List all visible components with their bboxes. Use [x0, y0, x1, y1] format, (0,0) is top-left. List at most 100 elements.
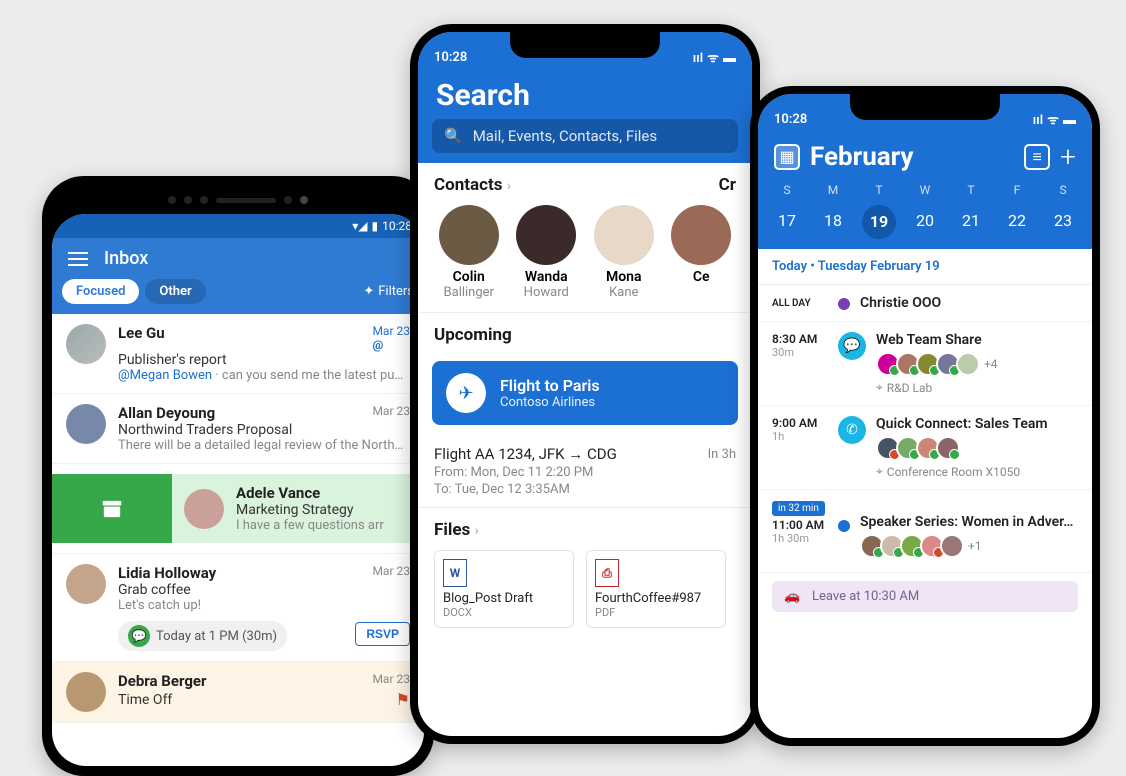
tab-focused[interactable]: Focused: [62, 279, 139, 304]
upcoming-card[interactable]: ✈ Flight to Paris Contoso Airlines: [432, 361, 738, 425]
file-type: DOCX: [443, 606, 565, 619]
battery-icon: ▬: [1063, 113, 1076, 128]
wifi-icon: ᯤ: [1047, 113, 1059, 128]
tab-other[interactable]: Other: [145, 279, 205, 304]
rsvp-button[interactable]: RSVP: [355, 622, 410, 646]
car-icon: 🚗: [784, 589, 800, 604]
pin-icon: ⌖: [876, 380, 883, 395]
day-button[interactable]: 21: [951, 205, 991, 239]
avatar: [66, 672, 106, 712]
notch: [510, 32, 660, 58]
chat-icon: 💬: [128, 625, 150, 647]
avatar: [516, 205, 576, 265]
avatar: [594, 205, 654, 265]
create-link[interactable]: Cr: [719, 175, 736, 195]
day-button[interactable]: 22: [997, 205, 1037, 239]
contacts-header[interactable]: Contacts › Cr: [418, 163, 752, 201]
avatar: [66, 404, 106, 444]
event-title: Speaker Series: Women in Adver…: [860, 514, 1078, 530]
sender-name: Adele Vance: [236, 484, 398, 502]
event-time: 9:00 AM 1h: [772, 416, 828, 479]
countdown-badge: in 32 min: [772, 501, 825, 516]
event-row[interactable]: in 32 min 11:00 AM 1h 30m Speaker Series…: [758, 490, 1092, 573]
status-time: 10:28: [434, 50, 467, 65]
message-row[interactable]: Lidia Holloway Mar 23 Grab coffee Let's …: [52, 554, 424, 662]
wifi-icon: ▾◢: [352, 219, 367, 233]
message-date: Mar 23: [372, 404, 410, 418]
chevron-right-icon: ›: [474, 523, 478, 539]
archive-action[interactable]: [52, 474, 172, 543]
day-button[interactable]: 17: [767, 205, 807, 239]
file-name: Blog_Post Draft: [443, 591, 565, 606]
file-card[interactable]: W Blog_Post Draft DOCX: [434, 550, 574, 628]
mention-icon: @: [372, 338, 383, 352]
status-bar: ▾◢ ▮ 10:28: [52, 214, 424, 238]
page-title: Inbox: [104, 248, 148, 269]
sender-name: Allan Deyoung: [118, 404, 215, 422]
flight-from: From: Mon, Dec 11 2:20 PM: [434, 465, 736, 480]
upcoming-sub: Contoso Airlines: [500, 395, 600, 410]
contact-card[interactable]: Ce: [667, 205, 737, 300]
contact-last: Ballinger: [434, 285, 504, 300]
contact-last: Howard: [512, 285, 582, 300]
contact-card[interactable]: Colin Ballinger: [434, 205, 504, 300]
event-row[interactable]: 9:00 AM 1h ✆ Quick Connect: Sales Team ⌖…: [758, 406, 1092, 490]
flight-title: Flight AA 1234, JFK → CDG: [434, 445, 617, 463]
subject: Publisher's report: [118, 352, 410, 368]
avatar: [671, 205, 731, 265]
search-icon: 🔍: [444, 127, 463, 145]
event-row[interactable]: 8:30 AM 30m 💬 Web Team Share +4 ⌖R&D Lab: [758, 322, 1092, 406]
allday-row[interactable]: ALL DAY Christie OOO: [758, 285, 1092, 322]
contact-first: Mona: [589, 269, 659, 285]
day-button[interactable]: 18: [813, 205, 853, 239]
pdf-icon: ⎙: [595, 559, 619, 587]
avatar: [439, 205, 499, 265]
sender-name: Lidia Holloway: [118, 564, 216, 582]
message-row[interactable]: Allan Deyoung Mar 23 Northwind Traders P…: [52, 394, 424, 464]
day-button[interactable]: 23: [1043, 205, 1083, 239]
event-location: ⌖Conference Room X1050: [876, 464, 1078, 479]
contact-card[interactable]: Mona Kane: [589, 205, 659, 300]
sender-name: Debra Berger: [118, 672, 206, 690]
sender-name: Lee Gu: [118, 324, 165, 342]
message-row-swiped[interactable]: Adele Vance Marketing Strategy I have a …: [52, 464, 424, 554]
archive-icon: [98, 495, 126, 523]
battery-icon: ▮: [372, 219, 379, 233]
avatar: [66, 564, 106, 604]
files-header[interactable]: Files ›: [418, 508, 752, 546]
snippet: I have a few questions arr: [236, 518, 398, 533]
month-title[interactable]: February: [810, 142, 1014, 172]
day-button[interactable]: 20: [905, 205, 945, 239]
attendees: [876, 436, 1078, 460]
snippet: Let's catch up!: [118, 598, 410, 613]
subject: Marketing Strategy: [236, 502, 398, 518]
event-location: ⌖R&D Lab: [876, 380, 1078, 395]
subject: Grab coffee: [118, 582, 410, 598]
android-sensor-bar: [52, 186, 424, 214]
pin-icon: ⌖: [876, 464, 883, 479]
menu-icon[interactable]: [68, 252, 88, 266]
chat-icon: 💬: [838, 332, 866, 360]
status-time: 10:28: [382, 219, 412, 233]
contact-card[interactable]: Wanda Howard: [512, 205, 582, 300]
phone-calendar: 10:28 ıılᯤ▬ ▦ February ≡ + S M T W T F S…: [750, 86, 1100, 746]
message-date: Mar 23 @: [372, 324, 410, 352]
flight-item[interactable]: Flight AA 1234, JFK → CDG In 3h From: Mo…: [418, 435, 752, 508]
search-input[interactable]: 🔍 Mail, Events, Contacts, Files: [432, 119, 738, 153]
leave-reminder[interactable]: 🚗 Leave at 10:30 AM: [772, 581, 1078, 612]
filters-button[interactable]: ✦ Filters: [363, 284, 414, 299]
calendar-icon[interactable]: ▦: [774, 144, 800, 170]
file-card[interactable]: ⎙ FourthCoffee#987 PDF: [586, 550, 726, 628]
signal-icon: ııl: [693, 51, 703, 66]
snippet: There will be a detailed legal review of…: [118, 438, 410, 453]
subject: Time Off: [118, 692, 172, 708]
day-button-today[interactable]: 19: [862, 205, 896, 239]
weekday-row: S M T W T F S: [758, 179, 1092, 201]
message-row[interactable]: Lee Gu Mar 23 @ Publisher's report @Mega…: [52, 314, 424, 394]
agenda-icon[interactable]: ≡: [1024, 144, 1050, 170]
contact-first: Ce: [667, 269, 737, 285]
contact-last: Kane: [589, 285, 659, 300]
add-event-button[interactable]: +: [1060, 140, 1076, 173]
status-time: 10:28: [774, 112, 807, 127]
message-row[interactable]: Debra Berger Mar 23 Time Off ⚑: [52, 662, 424, 723]
